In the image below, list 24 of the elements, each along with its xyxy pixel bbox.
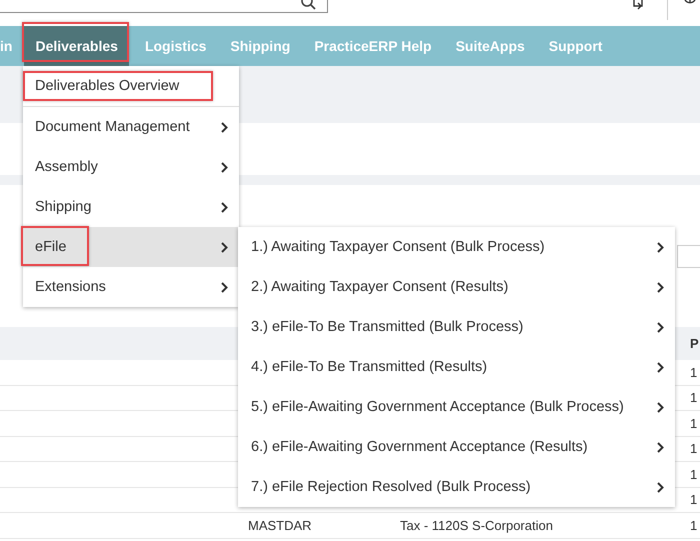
table-cell-text: 1	[689, 518, 698, 533]
table-cell-text: Tax - 1120S S-Corporation	[399, 518, 553, 533]
column-header: P	[689, 336, 700, 351]
menu-item[interactable]: Shipping	[23, 187, 239, 227]
table-cell-text: 1	[689, 390, 698, 406]
menu-item[interactable]: Extensions	[23, 267, 239, 307]
menu-item[interactable]: 7.) eFile Rejection Resolved (Bulk Process)	[238, 467, 675, 507]
menu-item[interactable]: 4.) eFile-To Be Transmitted (Results)	[238, 347, 675, 387]
menu-item[interactable]: eFile	[23, 227, 239, 267]
table-cell-text: 1	[689, 416, 698, 431]
menu-item[interactable]: Assembly	[23, 147, 239, 187]
menu-item[interactable]: 3.) eFile-To Be Transmitted (Bulk Process)	[238, 307, 675, 347]
table-cell-text: 1	[689, 441, 698, 456]
table-cell-text: 1	[689, 492, 698, 508]
menu-item[interactable]: 1.) Awaiting Taxpayer Consent (Bulk Process)	[238, 227, 675, 267]
table-cell-text: MASTDAR	[247, 518, 312, 533]
menu-item[interactable]: 2.) Awaiting Taxpayer Consent (Results)	[238, 267, 675, 307]
menu-item[interactable]: 5.) eFile-Awaiting Government Acceptance (Bulk Process)	[238, 387, 675, 427]
table-cell-text: 1	[689, 364, 698, 380]
menu-item[interactable]: 6.) eFile-Awaiting Government Acceptance (Results)	[238, 427, 675, 467]
menu-item[interactable]: Deliverables Overview	[23, 66, 239, 107]
menu-item[interactable]: Document Management	[23, 107, 239, 147]
table-cell-text: 1	[689, 466, 698, 482]
search-icon[interactable]	[301, 0, 317, 10]
